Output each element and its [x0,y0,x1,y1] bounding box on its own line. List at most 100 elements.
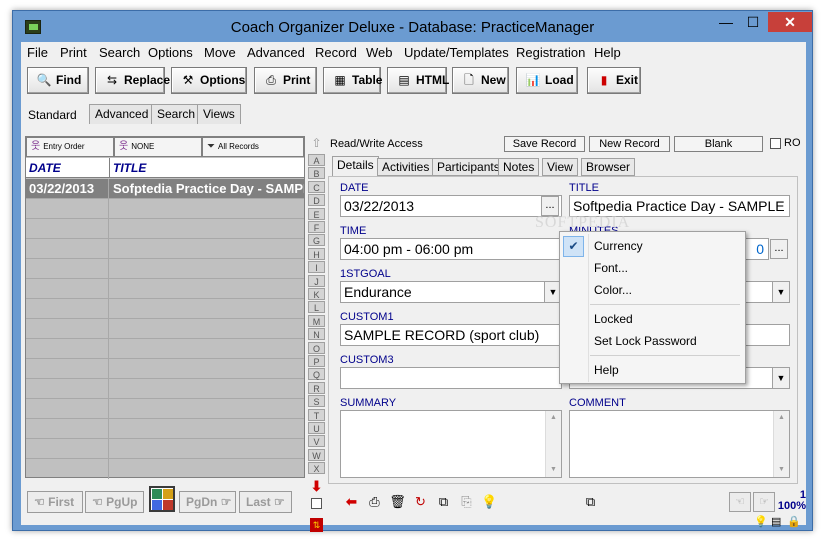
table-row[interactable] [26,339,304,359]
column-header-title[interactable]: TITLE [110,158,304,178]
sort-entry-order-button[interactable]: 웃 Entry Order [26,137,114,157]
save-record-button[interactable]: Save Record [504,136,585,152]
alpha-button-d[interactable]: D [308,194,325,207]
scroll-down-icon[interactable]: ▼ [546,463,561,477]
alpha-button-v[interactable]: V [308,435,325,448]
tab-standard[interactable]: Standard [23,106,82,126]
table-row[interactable] [26,439,304,459]
alpha-button-s[interactable]: S [308,395,325,408]
scroll-down-icon[interactable]: ▼ [774,463,789,477]
table-row[interactable] [26,299,304,319]
custom1-field[interactable]: SAMPLE RECORD (sport club) [340,324,562,346]
pgup-button[interactable]: ☜ PgUp [85,491,144,513]
paste-record-icon[interactable]: ⎘ [457,492,476,512]
alpha-button-o[interactable]: O [308,341,325,354]
duplicate-record-icon[interactable]: ⧉ [581,492,600,512]
espc-grid-icon[interactable] [149,486,175,512]
table-row[interactable]: 03/22/2013 Sofptedia Practice Day - SAMP… [26,179,304,199]
refresh-icon[interactable]: ↻ [411,492,430,512]
alpha-button-f[interactable]: F [308,221,325,233]
new-button[interactable]: 🗋 New [452,67,509,94]
menu-item-font[interactable]: Font... [560,258,745,279]
sort-none-button[interactable]: 웃 NONE [114,137,202,157]
table-row[interactable] [26,459,304,479]
summary-textarea[interactable]: ▲ ▼ [340,410,562,478]
table-row[interactable] [26,379,304,399]
tab-participants[interactable]: Participants [432,158,505,176]
tab-search[interactable]: Search [151,104,202,124]
time-field[interactable]: 04:00 pm - 06:00 pm [340,238,562,260]
hand-left-icon[interactable]: ☜ [729,492,751,512]
filter-all-records-button[interactable]: ⏷ All Records [202,137,304,157]
table-row[interactable] [26,399,304,419]
alpha-button-j[interactable]: J [308,274,325,287]
minutes-options-button[interactable]: ... [770,239,788,259]
tab-notes[interactable]: Notes [498,158,540,176]
copy-record-icon[interactable]: ⧉ [434,492,453,512]
lock-icon[interactable]: 🔒 [787,515,801,528]
table-row[interactable] [26,279,304,299]
new-record-button[interactable]: New Record [589,136,670,152]
menu-item-locked[interactable]: Locked [560,309,745,330]
blank-button[interactable]: Blank [674,136,763,152]
minimize-button[interactable]: — [713,12,739,32]
scroll-up-icon[interactable]: ▲ [546,411,561,425]
alpha-button-g[interactable]: G [308,234,325,247]
menu-help[interactable]: Help [594,45,621,60]
alpha-button-t[interactable]: T [308,408,325,421]
alpha-button-b[interactable]: B [308,167,325,180]
table-row[interactable] [26,359,304,379]
menu-web[interactable]: Web [366,45,393,60]
html-button[interactable]: ▤ HTML [387,67,449,94]
alpha-checkbox[interactable] [311,498,322,509]
alpha-button-n[interactable]: N [308,328,325,341]
goal-select[interactable]: Endurance ▼ [340,281,562,303]
tab-activities[interactable]: Activities [377,158,435,176]
alpha-button-r[interactable]: R [308,381,325,394]
trash-icon[interactable]: 🗑 [388,492,407,512]
menu-item-currency[interactable]: ✔ Currency [560,236,745,257]
alpha-button-i[interactable]: I [308,261,325,274]
lightbulb-icon[interactable]: 💡 [754,515,768,528]
tab-details[interactable]: Details [332,156,379,176]
ro-checkbox[interactable] [770,138,781,149]
last-button[interactable]: Last ☞ [239,491,292,513]
scroll-up-icon[interactable]: ▲ [774,411,789,425]
arrow-down-icon[interactable]: ⬇ [309,478,324,494]
summary-scrollbar[interactable]: ▲ ▼ [545,411,561,477]
exit-button[interactable]: ▮ Exit [587,67,641,94]
alpha-button-h[interactable]: H [308,247,325,260]
menu-print[interactable]: Print [60,45,87,60]
maximize-button[interactable]: ☐ [740,12,766,32]
load-button[interactable]: 📊 Load [516,67,578,94]
printer-icon[interactable]: ⎙ [365,492,384,512]
pages-icon[interactable]: ▤ [771,515,781,528]
table-button[interactable]: ▦ Table [323,67,382,94]
tab-browser[interactable]: Browser [581,158,636,176]
custom3-field[interactable] [340,367,562,389]
menu-options[interactable]: Options [148,45,193,60]
alpha-button-a[interactable]: A [308,154,325,166]
arrow-up-icon[interactable]: ⇧ [309,136,324,152]
column-header-date[interactable]: DATE [26,158,110,178]
table-row[interactable] [26,239,304,259]
pgdn-button[interactable]: PgDn ☞ [179,491,236,513]
table-row[interactable] [26,219,304,239]
menu-move[interactable]: Move [204,45,236,60]
alpha-button-m[interactable]: M [308,314,325,327]
alpha-button-c[interactable]: C [308,180,325,193]
tab-views[interactable]: Views [197,104,241,124]
alpha-button-q[interactable]: Q [308,368,325,381]
menu-record[interactable]: Record [315,45,357,60]
options-button[interactable]: ⚒ Options [171,67,247,94]
alpha-button-l[interactable]: L [308,301,325,314]
replace-button[interactable]: ⇆ Replace [95,67,170,94]
alpha-button-e[interactable]: E [308,207,325,220]
title-bar[interactable]: Coach Organizer Deluxe - Database: Pract… [13,11,812,42]
chevron-down-icon[interactable]: ▼ [772,282,789,302]
menu-search[interactable]: Search [99,45,140,60]
table-row[interactable] [26,319,304,339]
menu-update-templates[interactable]: Update/Templates [404,45,509,60]
find-button[interactable]: 🔍 Find [27,67,89,94]
tab-advanced[interactable]: Advanced [89,104,155,124]
